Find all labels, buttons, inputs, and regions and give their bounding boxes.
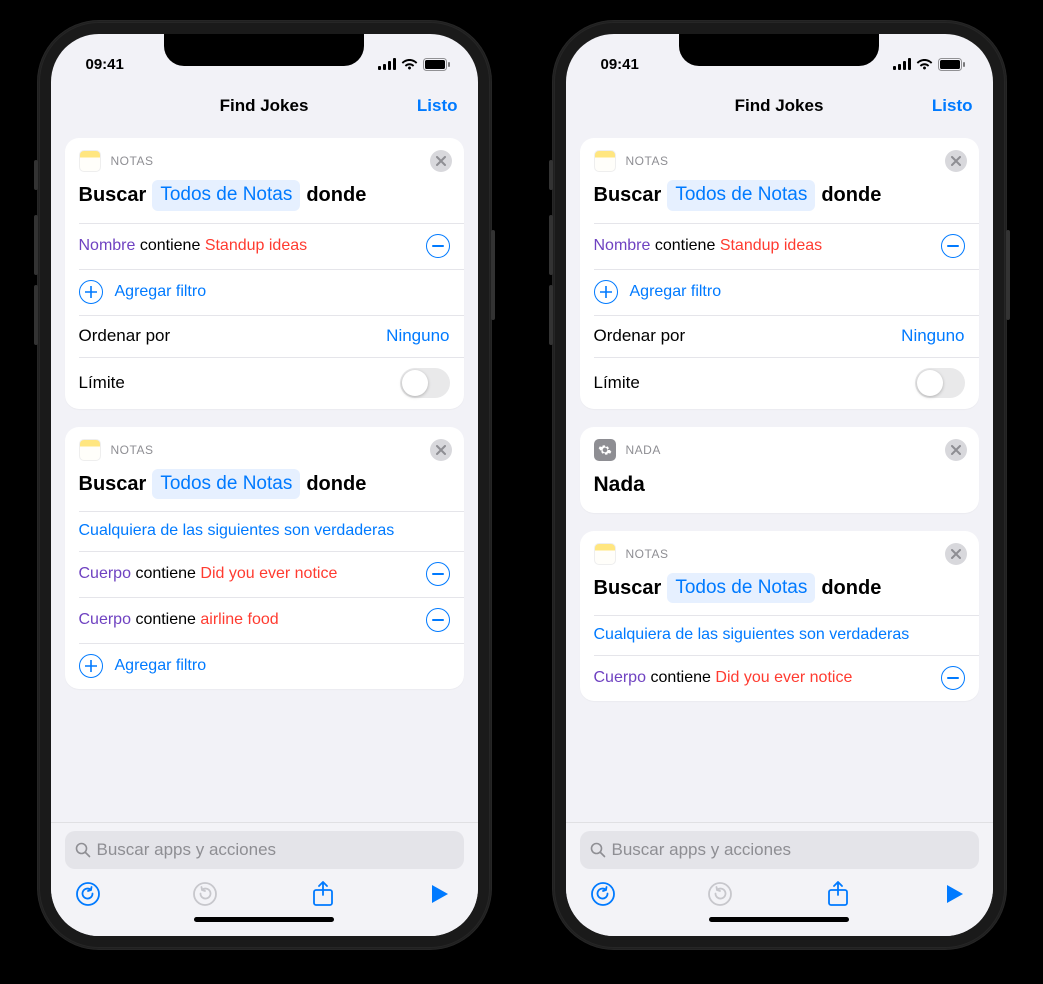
notes-app-icon: [79, 439, 101, 461]
action-card-find-notes-name: NOTAS Buscar Todos de Notas donde Nombre…: [65, 138, 464, 409]
search-icon: [75, 842, 91, 858]
close-icon[interactable]: [945, 439, 967, 461]
action-card-find-notes-name: NOTAS Buscar Todos de Notas donde Nombre…: [580, 138, 979, 409]
nothing-title: Nada: [580, 467, 979, 513]
sort-row[interactable]: Ordenar por Ninguno: [65, 315, 464, 357]
home-indicator[interactable]: [709, 917, 849, 922]
scope-pill[interactable]: Todos de Notas: [667, 180, 815, 211]
action-card-find-notes-body: NOTAS Buscar Todos de Notas donde Cualqu…: [580, 531, 979, 702]
home-indicator[interactable]: [194, 917, 334, 922]
phone-left: 09:41 Find Jokes Listo NOTAS: [37, 20, 492, 950]
card-title: Buscar Todos de Notas donde: [65, 178, 464, 223]
bottom-toolbar: Buscar apps y acciones: [566, 822, 993, 936]
action-card-nothing: NADA Nada: [580, 427, 979, 513]
limit-row: Límite: [65, 357, 464, 409]
card-app-label: NOTAS: [111, 443, 154, 457]
page-title: Find Jokes: [220, 96, 309, 116]
card-title: Buscar Todos de Notas donde: [580, 571, 979, 616]
filter-mode-row[interactable]: Cualquiera de las siguientes son verdade…: [580, 615, 979, 655]
card-app-label: NADA: [626, 443, 661, 457]
battery-icon: [938, 58, 965, 71]
close-icon[interactable]: [430, 439, 452, 461]
share-button[interactable]: [308, 879, 338, 909]
notes-app-icon: [79, 150, 101, 172]
limit-row: Límite: [580, 357, 979, 409]
page-title: Find Jokes: [735, 96, 824, 116]
redo-button[interactable]: [705, 879, 735, 909]
search-placeholder: Buscar apps y acciones: [97, 840, 277, 860]
sort-row[interactable]: Ordenar por Ninguno: [580, 315, 979, 357]
filter-row-name[interactable]: Nombre contiene Standup ideas: [65, 223, 464, 269]
content-scroll[interactable]: NOTAS Buscar Todos de Notas donde Nombre…: [51, 130, 478, 822]
add-filter-button[interactable]: Agregar filtro: [65, 269, 464, 315]
status-time: 09:41: [601, 56, 639, 73]
remove-filter-button[interactable]: [426, 562, 450, 586]
status-time: 09:41: [86, 56, 124, 73]
play-button[interactable]: [940, 879, 970, 909]
filter-mode-row[interactable]: Cualquiera de las siguientes son verdade…: [65, 511, 464, 551]
filter-row-body-1[interactable]: Cuerpo contiene Did you ever notice: [65, 551, 464, 597]
close-icon[interactable]: [945, 543, 967, 565]
filter-row-body-1[interactable]: Cuerpo contiene Did you ever notice: [580, 655, 979, 701]
play-button[interactable]: [425, 879, 455, 909]
action-card-find-notes-body: NOTAS Buscar Todos de Notas donde Cualqu…: [65, 427, 464, 690]
phone-right: 09:41 Find Jokes Listo NOTAS: [552, 20, 1007, 950]
nav-bar: Find Jokes Listo: [51, 82, 478, 130]
signal-icon: [378, 58, 396, 70]
card-app-label: NOTAS: [111, 154, 154, 168]
wifi-icon: [401, 58, 418, 70]
remove-filter-button[interactable]: [941, 666, 965, 690]
limit-toggle[interactable]: [400, 368, 450, 398]
battery-icon: [423, 58, 450, 71]
content-scroll[interactable]: NOTAS Buscar Todos de Notas donde Nombre…: [566, 130, 993, 822]
search-icon: [590, 842, 606, 858]
scope-pill[interactable]: Todos de Notas: [152, 469, 300, 500]
filter-row-body-2[interactable]: Cuerpo contiene airline food: [65, 597, 464, 643]
notes-app-icon: [594, 150, 616, 172]
redo-button[interactable]: [190, 879, 220, 909]
card-app-label: NOTAS: [626, 154, 669, 168]
notes-app-icon: [594, 543, 616, 565]
add-filter-button[interactable]: Agregar filtro: [65, 643, 464, 689]
close-icon[interactable]: [945, 150, 967, 172]
scope-pill[interactable]: Todos de Notas: [667, 573, 815, 604]
filter-row-name[interactable]: Nombre contiene Standup ideas: [580, 223, 979, 269]
plus-icon: [79, 654, 103, 678]
plus-icon: [79, 280, 103, 304]
gear-icon: [594, 439, 616, 461]
notch: [679, 34, 879, 66]
share-button[interactable]: [823, 879, 853, 909]
search-placeholder: Buscar apps y acciones: [612, 840, 792, 860]
plus-icon: [594, 280, 618, 304]
card-app-label: NOTAS: [626, 547, 669, 561]
search-input[interactable]: Buscar apps y acciones: [580, 831, 979, 869]
remove-filter-button[interactable]: [941, 234, 965, 258]
signal-icon: [893, 58, 911, 70]
card-title: Buscar Todos de Notas donde: [65, 467, 464, 512]
card-title: Buscar Todos de Notas donde: [580, 178, 979, 223]
notch: [164, 34, 364, 66]
undo-button[interactable]: [73, 879, 103, 909]
undo-button[interactable]: [588, 879, 618, 909]
scope-pill[interactable]: Todos de Notas: [152, 180, 300, 211]
add-filter-button[interactable]: Agregar filtro: [580, 269, 979, 315]
nav-bar: Find Jokes Listo: [566, 82, 993, 130]
close-icon[interactable]: [430, 150, 452, 172]
remove-filter-button[interactable]: [426, 608, 450, 632]
wifi-icon: [916, 58, 933, 70]
done-button[interactable]: Listo: [932, 96, 973, 116]
done-button[interactable]: Listo: [417, 96, 458, 116]
bottom-toolbar: Buscar apps y acciones: [51, 822, 478, 936]
remove-filter-button[interactable]: [426, 234, 450, 258]
limit-toggle[interactable]: [915, 368, 965, 398]
search-input[interactable]: Buscar apps y acciones: [65, 831, 464, 869]
